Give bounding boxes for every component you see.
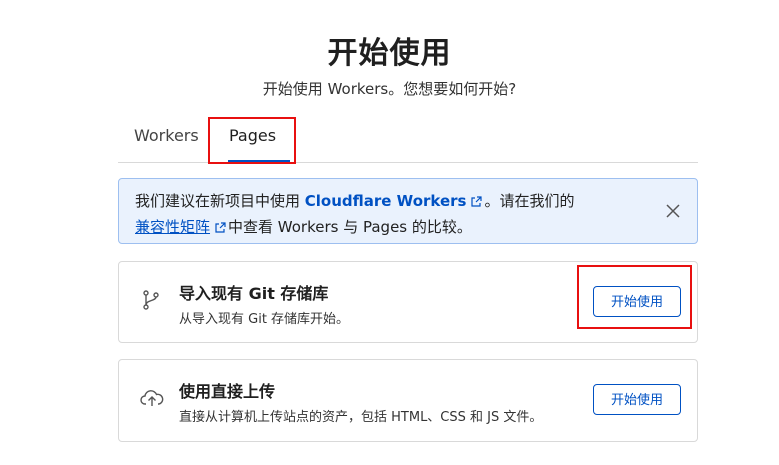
direct-upload-start-button[interactable]: 开始使用	[593, 384, 681, 415]
banner-message: 我们建议在新项目中使用 Cloudflare Workers 。请在我们的兼容性矩…	[135, 189, 635, 241]
page-title: 开始使用	[327, 36, 452, 71]
import-git-card: 导入现有 Git 存储库 从导入现有 Git 存储库开始。 开始使用	[118, 261, 698, 343]
close-icon[interactable]	[665, 203, 681, 219]
tab-workers[interactable]: Workers	[134, 126, 199, 145]
card-description: 直接从计算机上传站点的资产，包括 HTML、CSS 和 JS 文件。	[179, 410, 543, 425]
import-git-start-button[interactable]: 开始使用	[593, 286, 681, 317]
banner-text-2: 。请在我们的	[484, 192, 575, 210]
page-subtitle: 开始使用 Workers。您想要如何开始?	[262, 80, 517, 98]
card-title: 使用直接上传	[179, 382, 276, 401]
tab-pages[interactable]: Pages	[229, 126, 276, 145]
git-branch-icon	[139, 288, 163, 312]
active-tab-indicator	[228, 160, 290, 162]
card-description: 从导入现有 Git 存储库开始。	[179, 312, 350, 327]
cloudflare-workers-link[interactable]: Cloudflare Workers	[305, 192, 467, 210]
external-link-icon[interactable]	[214, 217, 226, 241]
external-link-icon[interactable]	[470, 191, 483, 215]
cloud-upload-icon	[139, 386, 164, 410]
tab-bar: Workers Pages	[118, 120, 698, 163]
card-title: 导入现有 Git 存储库	[179, 284, 329, 303]
banner-text-3: 中查看 Workers 与 Pages 的比较。	[228, 218, 472, 236]
direct-upload-card: 使用直接上传 直接从计算机上传站点的资产，包括 HTML、CSS 和 JS 文件…	[118, 359, 698, 442]
info-banner: 我们建议在新项目中使用 Cloudflare Workers 。请在我们的兼容性矩…	[118, 178, 698, 244]
banner-text-1: 我们建议在新项目中使用	[135, 192, 305, 210]
compatibility-matrix-link[interactable]: 兼容性矩阵	[135, 218, 210, 236]
